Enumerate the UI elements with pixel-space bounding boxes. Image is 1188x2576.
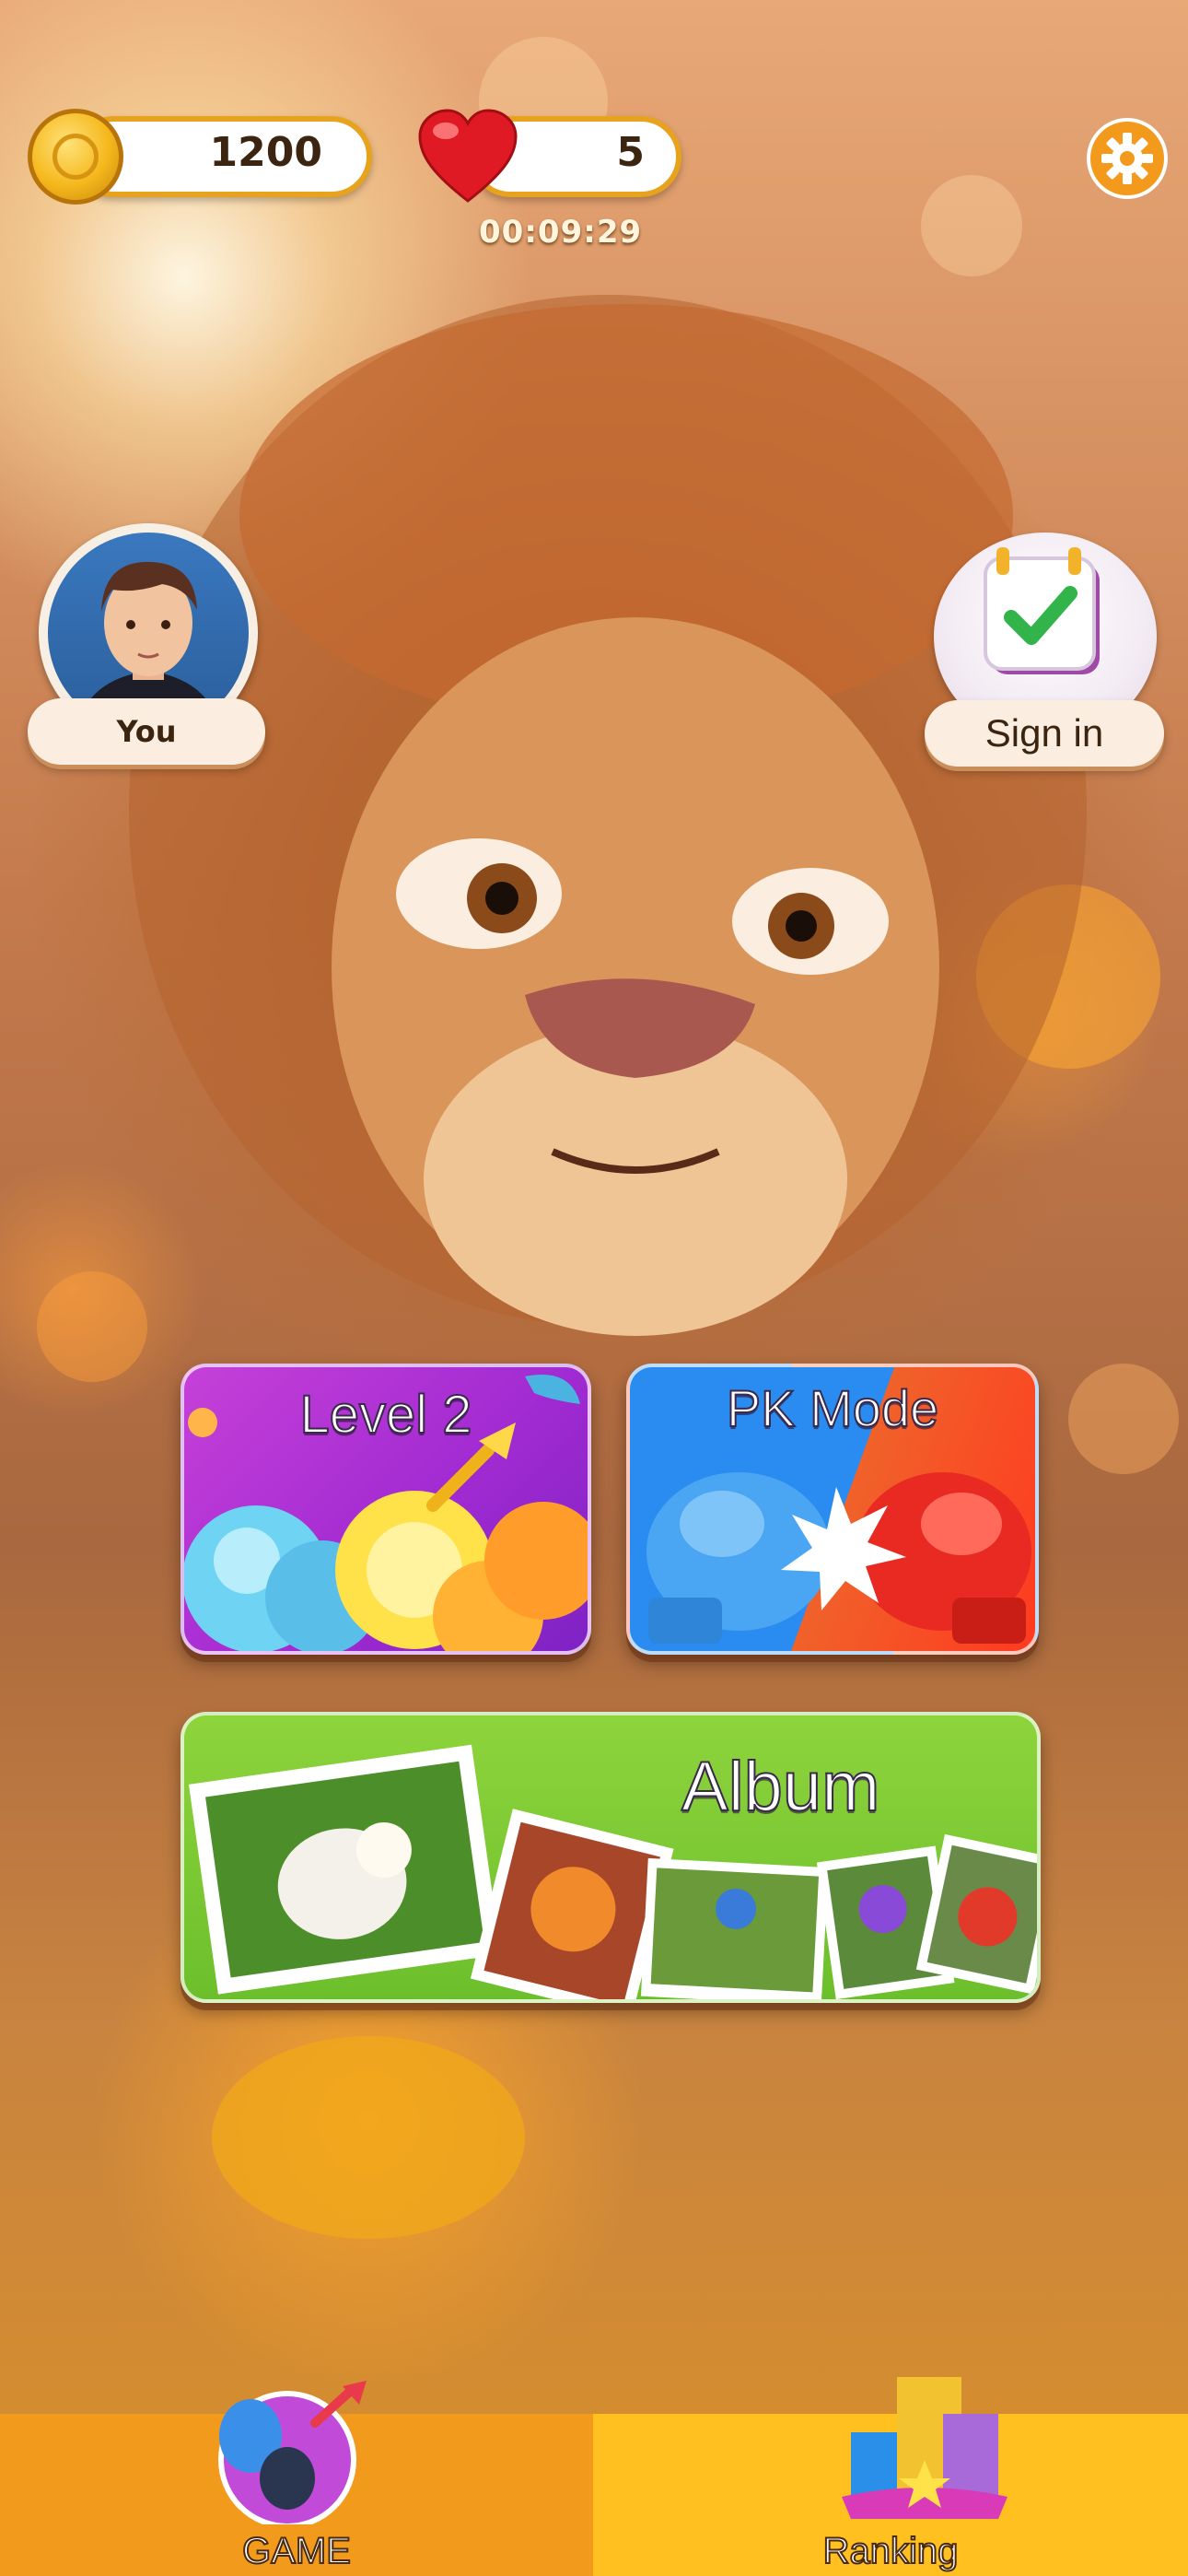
- pk-mode-title: PK Mode: [726, 1378, 939, 1438]
- tab-game-label: GAME: [241, 2530, 352, 2572]
- coin-amount: 1200: [209, 129, 322, 176]
- life-refill-timer: 00:09:29: [479, 214, 643, 251]
- album-title: Album: [681, 1747, 880, 1827]
- tab-game[interactable]: GAME: [0, 2381, 593, 2576]
- lives-amount: 5: [616, 129, 645, 176]
- balloon-dart-icon: [218, 2381, 367, 2524]
- lion-illustration: [129, 295, 1087, 2239]
- profile-label[interactable]: You: [28, 698, 265, 765]
- photo-collage-illustration: [188, 1744, 1037, 1999]
- tab-ranking-label: Ranking: [822, 2530, 960, 2572]
- settings-button[interactable]: [1087, 118, 1168, 199]
- sign-in-label[interactable]: Sign in: [925, 700, 1164, 767]
- tab-ranking[interactable]: Ranking: [593, 2377, 1188, 2576]
- heart-icon: [418, 109, 518, 203]
- gear-icon: [1101, 133, 1153, 184]
- level-mode-title: Level 2: [298, 1384, 472, 1446]
- sign-in-label-text: Sign in: [984, 711, 1104, 755]
- coin-icon: [28, 109, 123, 205]
- pk-mode-card[interactable]: PK Mode: [626, 1364, 1039, 1655]
- album-card[interactable]: Album: [181, 1712, 1041, 2003]
- profile-label-text: You: [116, 714, 177, 749]
- bottom-nav: GAME Ranking: [0, 2377, 1188, 2576]
- level-mode-card[interactable]: Level 2: [181, 1364, 591, 1655]
- trophy-blocks-icon: [842, 2377, 1007, 2519]
